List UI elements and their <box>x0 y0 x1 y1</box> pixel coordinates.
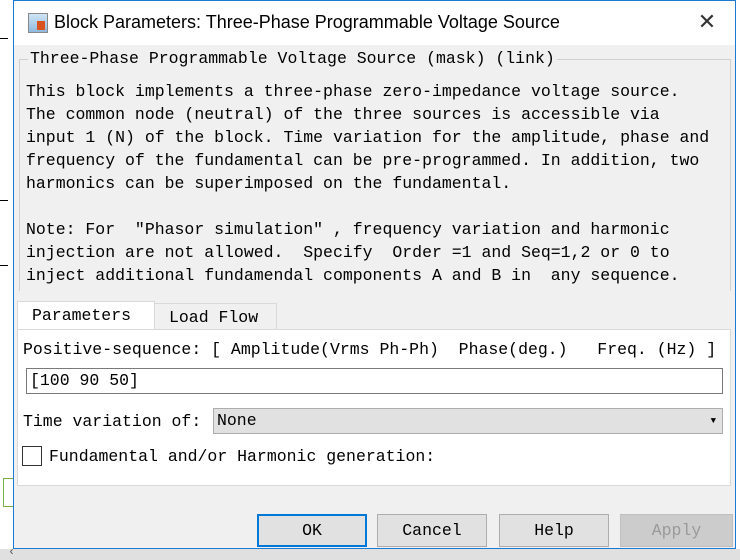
desc-line: The common node (neutral) of the three s… <box>26 105 660 124</box>
time-variation-label: Time variation of: <box>23 412 202 431</box>
desc-line <box>26 195 709 218</box>
block-parameters-dialog: Block Parameters: Three-Phase Programmab… <box>13 0 736 549</box>
background-scrollbar[interactable]: ‹ <box>0 545 740 560</box>
desc-line: frequency of the fundamental can be pre-… <box>26 151 700 170</box>
harmonic-generation-checkbox[interactable] <box>22 446 42 466</box>
mask-description: This block implements a three-phase zero… <box>26 80 709 287</box>
time-variation-select[interactable]: None ▼ <box>213 408 723 434</box>
background-line <box>0 200 8 201</box>
window-title: Block Parameters: Three-Phase Programmab… <box>54 12 560 32</box>
desc-line: inject additional fundamendal components… <box>26 266 680 285</box>
apply-button[interactable]: Apply <box>620 514 733 547</box>
positive-sequence-input[interactable]: [100 90 50] <box>26 368 723 394</box>
desc-line: harmonics can be superimposed on the fun… <box>26 174 512 193</box>
positive-sequence-label: Positive-sequence: [ Amplitude(Vrms Ph-P… <box>23 340 717 359</box>
title-bar[interactable]: Block Parameters: Three-Phase Programmab… <box>14 1 735 45</box>
chevron-down-icon: ▼ <box>710 416 716 426</box>
desc-line: injection are not allowed. Specify Order… <box>26 243 670 262</box>
cancel-button[interactable]: Cancel <box>377 514 487 547</box>
background-line <box>0 38 8 39</box>
parameters-panel: Positive-sequence: [ Amplitude(Vrms Ph-P… <box>17 329 731 486</box>
ok-button[interactable]: OK <box>257 514 367 547</box>
tab-parameters[interactable]: Parameters <box>17 301 155 330</box>
close-icon[interactable]: ✕ <box>693 9 721 37</box>
tab-load-flow[interactable]: Load Flow <box>154 303 277 330</box>
simulink-block-icon <box>28 13 48 33</box>
group-legend: Three-Phase Programmable Voltage Source … <box>28 49 557 68</box>
help-button[interactable]: Help <box>499 514 609 547</box>
desc-line: input 1 (N) of the block. Time variation… <box>26 128 710 147</box>
harmonic-generation-label: Fundamental and/or Harmonic generation: <box>49 447 436 466</box>
chevron-left-icon[interactable]: ‹ <box>8 545 15 559</box>
time-variation-value: None <box>217 411 257 430</box>
background-line <box>0 265 8 266</box>
desc-line: Note: For "Phasor simulation" , frequenc… <box>26 220 670 239</box>
desc-line: This block implements a three-phase zero… <box>26 82 680 101</box>
